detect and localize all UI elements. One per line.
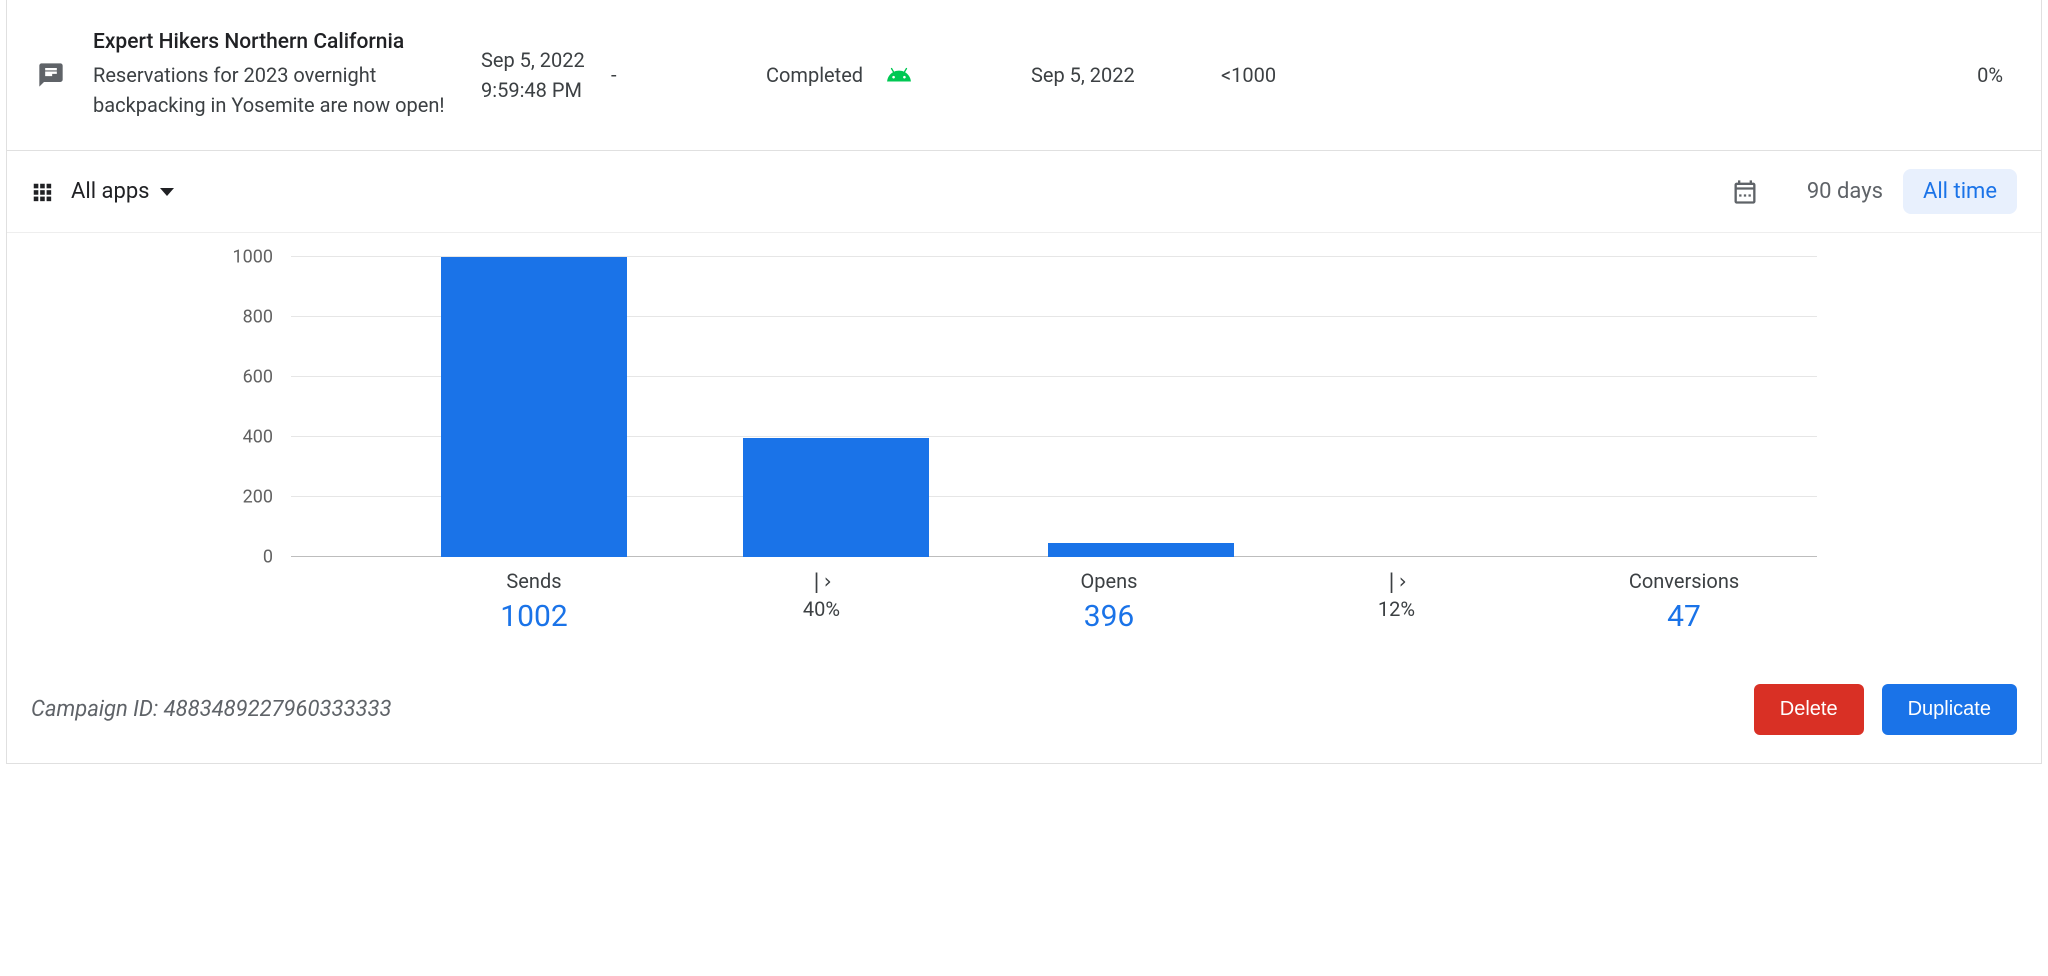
label-opens: Opens xyxy=(1016,569,1202,593)
apps-grid-icon xyxy=(31,181,53,203)
funnel-rate-1: |› 12% xyxy=(1202,569,1591,621)
y-tick-600: 600 xyxy=(243,367,291,388)
campaign-title-cell: Expert Hikers Northern California Reserv… xyxy=(93,30,481,120)
range-alltime-button[interactable]: All time xyxy=(1903,169,2017,214)
sends-count-cell: <1000 xyxy=(1221,63,1376,87)
created-time: 9:59:48 PM xyxy=(481,75,611,105)
apps-filter-dropdown[interactable]: All apps xyxy=(71,179,174,204)
delete-button[interactable]: Delete xyxy=(1754,684,1864,735)
label-conversions: Conversions xyxy=(1591,569,1777,593)
chart-xaxis: Sends 1002 |› 40% Opens 396 |› 12% Conve… xyxy=(291,557,1817,644)
campaign-title: Expert Hikers Northern California xyxy=(93,30,469,54)
message-icon-cell xyxy=(37,61,93,89)
calendar-icon[interactable] xyxy=(1731,178,1759,206)
campaign-subtitle: Reservations for 2023 overnight backpack… xyxy=(93,60,469,120)
status-cell: Completed xyxy=(766,63,886,87)
funnel-rate-0: |› 40% xyxy=(627,569,1016,621)
campaign-card: Expert Hikers Northern California Reserv… xyxy=(6,0,2042,764)
chevron-down-icon xyxy=(160,188,174,196)
campaign-header-row: Expert Hikers Northern California Reserv… xyxy=(7,0,2041,151)
y-tick-800: 800 xyxy=(243,307,291,328)
end-date-cell: - xyxy=(611,63,766,87)
range-90days-button[interactable]: 90 days xyxy=(1787,169,1903,214)
bar-sends xyxy=(441,257,627,557)
message-icon xyxy=(37,61,65,89)
value-sends: 1002 xyxy=(441,599,627,634)
xgroup-conversions: Conversions 47 xyxy=(1591,569,1777,634)
value-opens: 396 xyxy=(1016,599,1202,634)
card-footer: Campaign ID: 4883489227960333333 Delete … xyxy=(7,644,2041,763)
funnel-rate-0-value: 40% xyxy=(803,597,840,621)
created-date-cell: Sep 5, 2022 9:59:48 PM xyxy=(481,45,611,105)
android-icon xyxy=(886,62,912,88)
filter-bar: All apps 90 days All time xyxy=(7,151,2041,233)
value-conversions: 47 xyxy=(1591,599,1777,634)
y-tick-1000: 1000 xyxy=(233,247,291,268)
funnel-rate-1-value: 12% xyxy=(1378,597,1415,621)
platform-cell xyxy=(886,62,1031,88)
bar-opens xyxy=(743,438,929,557)
apps-filter-label: All apps xyxy=(71,179,150,204)
funnel-icon: |› xyxy=(1385,569,1407,593)
bar-conversions xyxy=(1048,543,1234,557)
chart-container: 1000 800 600 400 200 0 Sends 1002 |› 40%… xyxy=(7,233,2041,644)
y-tick-0: 0 xyxy=(263,547,291,568)
bar-chart: 1000 800 600 400 200 0 xyxy=(291,257,1817,557)
xgroup-sends: Sends 1002 xyxy=(441,569,627,634)
created-date: Sep 5, 2022 xyxy=(481,45,611,75)
campaign-id-label: Campaign ID: 4883489227960333333 xyxy=(31,697,1736,722)
last-activity-cell: Sep 5, 2022 xyxy=(1031,63,1221,87)
y-tick-200: 200 xyxy=(243,487,291,508)
duplicate-button[interactable]: Duplicate xyxy=(1882,684,2017,735)
conversion-pct-cell: 0% xyxy=(1376,63,2011,87)
funnel-icon: |› xyxy=(810,569,832,593)
xgroup-opens: Opens 396 xyxy=(1016,569,1202,634)
label-sends: Sends xyxy=(441,569,627,593)
y-tick-400: 400 xyxy=(243,427,291,448)
